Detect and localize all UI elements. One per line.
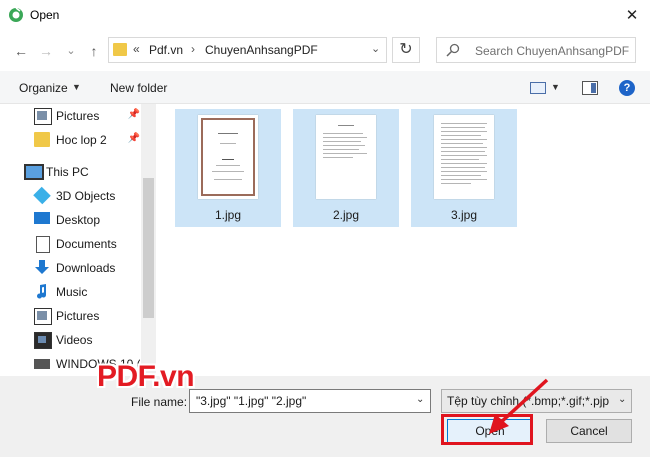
file-type-dropdown-icon[interactable]: ⌄ — [618, 394, 626, 405]
breadcrumb-separator[interactable]: › — [191, 42, 195, 56]
search-icon — [446, 43, 460, 57]
sidebar-item-pictures-quick[interactable]: Pictures 📌 — [34, 105, 140, 127]
new-folder-button[interactable]: New folder — [110, 81, 167, 95]
app-logo-icon — [9, 7, 23, 22]
title-bar — [0, 0, 650, 31]
file-name: 2.jpg — [332, 208, 360, 222]
drive-icon — [34, 359, 50, 369]
file-name-input[interactable]: "3.jpg" "1.jpg" "2.jpg" ⌄ — [189, 389, 431, 413]
sidebar-item-label: Documents — [56, 237, 117, 251]
address-bar[interactable]: « Pdf.vn › ChuyenAnhsangPDF ⌄ — [108, 37, 387, 63]
desktop-icon — [34, 212, 50, 224]
sidebar-item-3d-objects[interactable]: 3D Objects — [33, 185, 140, 207]
sidebar-item-label: 3D Objects — [56, 189, 116, 203]
sidebar-item-label: Pictures — [56, 309, 100, 323]
help-icon[interactable]: ? — [619, 80, 635, 96]
download-icon — [35, 260, 49, 274]
search-box[interactable]: Search ChuyenAnhsangPDF — [436, 37, 636, 63]
sidebar-item-label: This PC — [46, 165, 89, 179]
folder-icon — [113, 43, 127, 56]
folder-icon — [34, 132, 50, 147]
pin-icon[interactable]: 📌 — [128, 109, 140, 120]
sidebar-item-this-pc[interactable]: This PC — [24, 161, 140, 183]
documents-icon — [36, 236, 50, 253]
address-dropdown-icon[interactable]: ⌄ — [371, 42, 380, 55]
videos-icon — [34, 332, 52, 349]
up-button[interactable]: ↑ — [85, 41, 103, 61]
organize-button[interactable]: Organize — [19, 81, 68, 95]
sidebar-item-label: Hoc lop 2 — [56, 133, 107, 147]
refresh-button[interactable]: ↻ — [392, 37, 420, 63]
sidebar-item-videos[interactable]: Videos — [34, 329, 140, 351]
search-placeholder: Search ChuyenAnhsangPDF — [475, 44, 630, 58]
file-item-1[interactable]: 1.jpg — [175, 109, 281, 227]
sidebar-item-documents[interactable]: Documents — [34, 233, 140, 255]
recent-locations-button[interactable]: ⌄ — [62, 41, 80, 61]
forward-button[interactable]: → — [37, 41, 55, 61]
chevron-down-icon[interactable]: ▼ — [72, 82, 81, 92]
preview-pane-icon[interactable] — [582, 81, 598, 95]
sidebar-item-label: Videos — [56, 333, 93, 347]
view-options-chevron-icon[interactable]: ▼ — [551, 82, 560, 92]
change-view-icon[interactable] — [530, 82, 546, 94]
pin-icon[interactable]: 📌 — [128, 133, 140, 144]
watermark-logo: PDF.vn — [97, 360, 195, 393]
file-name-value: "3.jpg" "1.jpg" "2.jpg" — [196, 394, 307, 408]
breadcrumb-current-folder[interactable]: ChuyenAnhsangPDF — [205, 43, 318, 57]
breadcrumb-pdfvn[interactable]: Pdf.vn — [149, 43, 183, 57]
sidebar-item-pictures[interactable]: Pictures — [34, 305, 140, 327]
back-button[interactable]: ← — [12, 41, 30, 61]
music-icon — [37, 284, 47, 299]
sidebar-item-label: Downloads — [56, 261, 116, 275]
file-item-2[interactable]: 2.jpg — [293, 109, 399, 227]
file-name: 1.jpg — [214, 208, 242, 222]
overflow-chevron[interactable]: « — [133, 42, 140, 56]
file-name: 3.jpg — [450, 208, 478, 222]
file-thumbnail — [434, 115, 494, 199]
window-title: Open — [30, 8, 60, 22]
sidebar-item-desktop[interactable]: Desktop — [34, 209, 140, 231]
sidebar-scrollbar-thumb[interactable] — [143, 178, 154, 318]
sidebar-item-label: Music — [56, 285, 88, 299]
file-thumbnail — [198, 115, 258, 199]
cube-icon — [33, 186, 51, 205]
cancel-button[interactable]: Cancel — [546, 419, 632, 443]
file-name-label: File name: — [131, 395, 188, 409]
file-item-3[interactable]: 3.jpg — [411, 109, 517, 227]
file-thumbnail — [316, 115, 376, 199]
annotation-arrow-icon — [489, 378, 549, 434]
sidebar-item-downloads[interactable]: Downloads — [34, 257, 140, 279]
pictures-icon — [34, 108, 52, 125]
sidebar-item-label: Desktop — [56, 213, 101, 227]
sidebar-item-label: Pictures — [56, 109, 100, 123]
sidebar-item-music[interactable]: Music — [34, 281, 140, 303]
computer-icon — [24, 164, 44, 180]
file-name-dropdown-icon[interactable]: ⌄ — [416, 394, 424, 405]
close-button[interactable]: ✕ — [614, 0, 650, 31]
pictures-icon — [34, 308, 52, 325]
sidebar-item-hoc-lop-2[interactable]: Hoc lop 2 📌 — [34, 129, 140, 151]
